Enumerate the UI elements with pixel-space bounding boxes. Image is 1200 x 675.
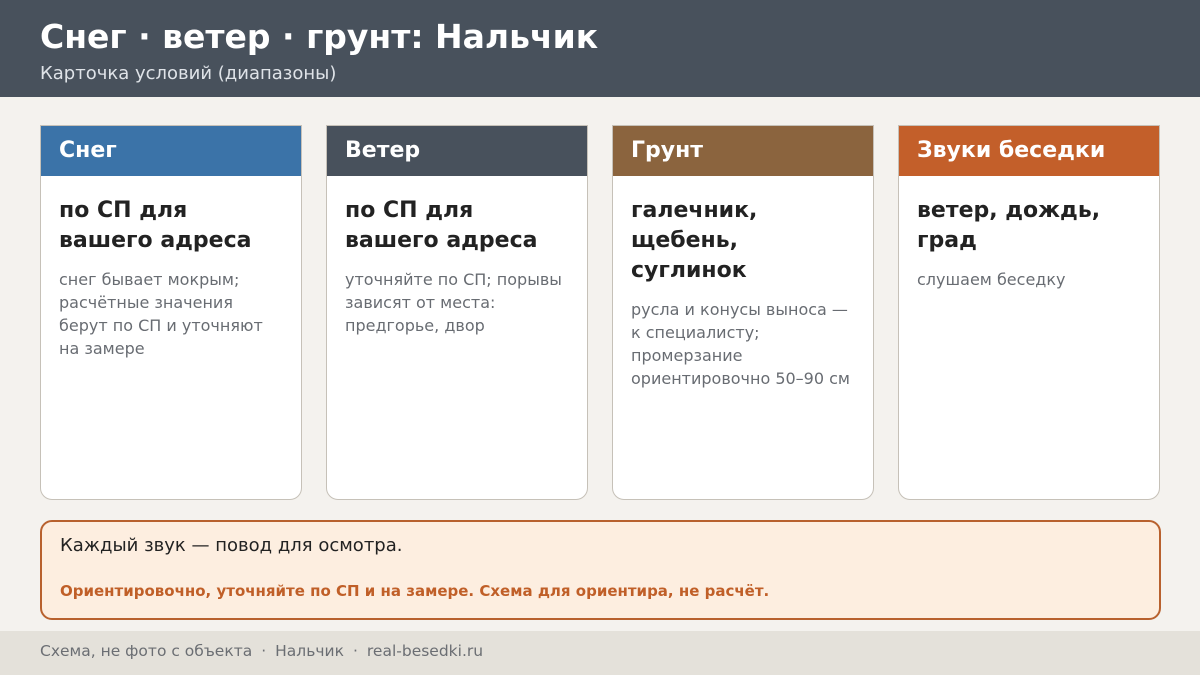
footer-note: Схема, не фото с объекта [40, 642, 253, 660]
footer-site-link[interactable]: real-besedki.ru [367, 642, 483, 660]
card-header-snow: Снег [41, 126, 301, 176]
card-note-snow: снег бывает мокрым; расчётные значения б… [59, 270, 263, 358]
card-value-snow: по СП для вашего адреса [59, 198, 252, 253]
card-value-sounds: ветер, дождь, град [917, 198, 1101, 253]
card-note-sounds: слушаем беседку [917, 270, 1066, 289]
page-subtitle: Карточка условий (диапазоны) [40, 63, 337, 84]
card-header-wind: Ветер [327, 126, 587, 176]
card-body-sounds: ветер, дождь, град слушаем беседку [899, 176, 1159, 291]
card-note-soil: русла и конусы выноса — к специалисту; п… [631, 300, 850, 388]
card-header-soil: Грунт [613, 126, 873, 176]
condition-cards: Снег по СП для вашего адреса снег бывает… [40, 125, 1161, 501]
footer-separator: · [261, 642, 267, 660]
card-header-sounds: Звуки беседки [899, 126, 1159, 176]
card-note-wind: уточняйте по СП; порывы зависят от места… [345, 270, 562, 335]
card-sounds: Звуки беседки ветер, дождь, град слушаем… [898, 125, 1160, 500]
page-title: Снег · ветер · грунт: Нальчик [40, 17, 599, 56]
notice-text: Каждый звук — повод для осмотра. [60, 535, 403, 556]
card-snow: Снег по СП для вашего адреса снег бывает… [40, 125, 302, 500]
card-body-snow: по СП для вашего адреса снег бывает мокр… [41, 176, 301, 360]
card-value-soil: галечник, щебень, суглинок [631, 198, 758, 283]
footer-separator: · [352, 642, 358, 660]
footer-city: Нальчик [275, 642, 344, 660]
card-soil: Грунт галечник, щебень, суглинок русла и… [612, 125, 874, 500]
card-body-wind: по СП для вашего адреса уточняйте по СП;… [327, 176, 587, 337]
page-header: Снег · ветер · грунт: Нальчик Карточка у… [0, 0, 1200, 97]
card-value-wind: по СП для вашего адреса [345, 198, 538, 253]
card-body-soil: галечник, щебень, суглинок русла и конус… [613, 176, 873, 390]
notice-warning: Ориентировочно, уточняйте по СП и на зам… [60, 582, 770, 600]
notice-box: Каждый звук — повод для осмотра. Ориенти… [40, 520, 1161, 620]
card-wind: Ветер по СП для вашего адреса уточняйте … [326, 125, 588, 500]
page-footer: Схема, не фото с объекта · Нальчик · real-be… [0, 631, 1200, 675]
